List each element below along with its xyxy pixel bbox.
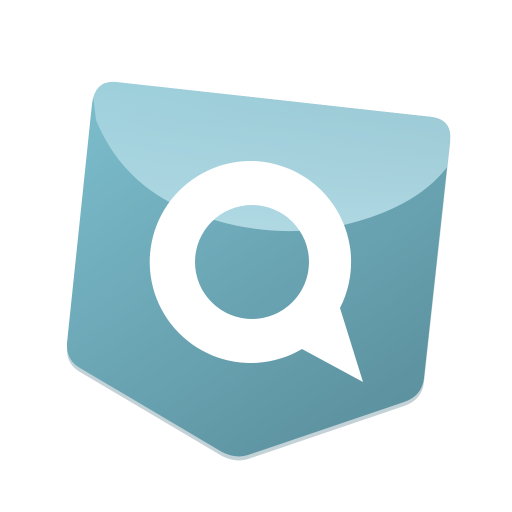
pocket-search-icon[interactable]	[0, 0, 512, 512]
app-icon-canvas	[0, 0, 512, 512]
